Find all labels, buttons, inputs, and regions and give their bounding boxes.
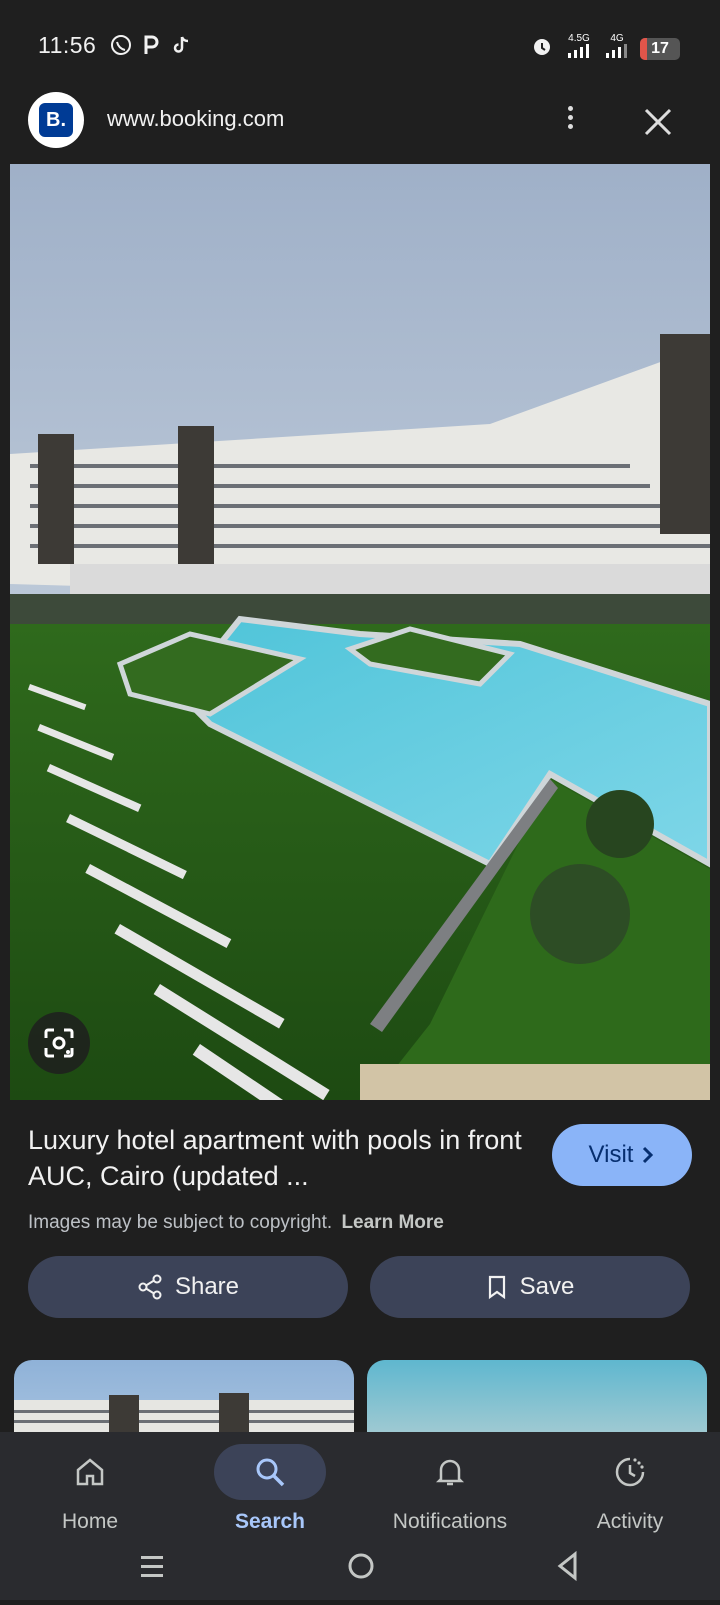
nav-search-label: Search bbox=[234, 1510, 306, 1533]
related-image-thumbnail[interactable] bbox=[367, 1360, 707, 1440]
status-bar: 11:56 4.5G 4G 17 bbox=[0, 0, 720, 84]
status-app-icons bbox=[110, 34, 192, 56]
booking-logo-icon: B. bbox=[39, 103, 73, 137]
browser-url-bar: B. www.booking.com bbox=[0, 84, 720, 164]
nav-home-label: Home bbox=[61, 1510, 119, 1533]
battery-indicator: 17 bbox=[640, 37, 680, 60]
share-button[interactable]: Share bbox=[28, 1256, 348, 1318]
back-icon[interactable] bbox=[557, 1550, 577, 1582]
recent-apps-icon[interactable] bbox=[141, 1556, 163, 1577]
network-type-2: 4G bbox=[610, 33, 624, 44]
nav-notifications-label: Notifications bbox=[392, 1510, 508, 1533]
related-image-thumbnail[interactable] bbox=[14, 1360, 354, 1440]
chevron-right-icon bbox=[643, 1146, 654, 1164]
result-title[interactable]: Luxury hotel apartment with pools in fro… bbox=[28, 1122, 528, 1194]
alarm-icon bbox=[530, 34, 554, 63]
learn-more-link[interactable]: Learn More bbox=[341, 1212, 443, 1233]
signal-indicator-1: 4.5G bbox=[564, 34, 594, 63]
network-type-1: 4.5G bbox=[568, 33, 590, 44]
status-indicators: 4.5G 4G 17 bbox=[530, 34, 680, 63]
activity-icon bbox=[574, 1444, 686, 1500]
lens-icon bbox=[44, 1028, 74, 1058]
bookmark-icon bbox=[488, 1275, 505, 1300]
visit-label: Visit bbox=[588, 1141, 634, 1168]
google-lens-button[interactable] bbox=[28, 1012, 90, 1074]
visit-button[interactable]: Visit bbox=[552, 1124, 692, 1186]
nav-activity-label: Activity bbox=[596, 1510, 664, 1533]
battery-percent: 17 bbox=[651, 39, 669, 57]
share-icon bbox=[138, 1274, 162, 1300]
whatsapp-icon bbox=[110, 34, 132, 56]
share-label: Share bbox=[174, 1273, 240, 1300]
status-time: 11:56 bbox=[38, 32, 97, 58]
save-label: Save bbox=[519, 1273, 575, 1300]
hotel-photo[interactable] bbox=[10, 164, 710, 1100]
signal-indicator-2: 4G bbox=[604, 34, 630, 63]
save-button[interactable]: Save bbox=[370, 1256, 690, 1318]
parking-app-icon bbox=[140, 34, 162, 56]
close-icon[interactable] bbox=[638, 102, 678, 142]
page-url[interactable]: www.booking.com bbox=[107, 106, 284, 132]
copyright-notice: Images may be subject to copyright. Lear… bbox=[28, 1212, 444, 1234]
tiktok-icon bbox=[170, 34, 192, 56]
site-logo: B. bbox=[28, 92, 84, 148]
home-icon bbox=[34, 1444, 146, 1500]
bell-icon bbox=[394, 1444, 506, 1500]
system-navigation-bar bbox=[0, 1532, 720, 1600]
search-icon bbox=[214, 1444, 326, 1500]
signal-bars-icon bbox=[606, 44, 627, 58]
related-hotel-preview bbox=[14, 1393, 354, 1440]
copyright-text: Images may be subject to copyright. bbox=[28, 1212, 333, 1233]
signal-bars-icon bbox=[568, 44, 589, 58]
home-button-icon[interactable] bbox=[348, 1553, 374, 1579]
hotel-pool-illustration bbox=[10, 164, 710, 1100]
more-options-icon[interactable] bbox=[558, 102, 582, 142]
